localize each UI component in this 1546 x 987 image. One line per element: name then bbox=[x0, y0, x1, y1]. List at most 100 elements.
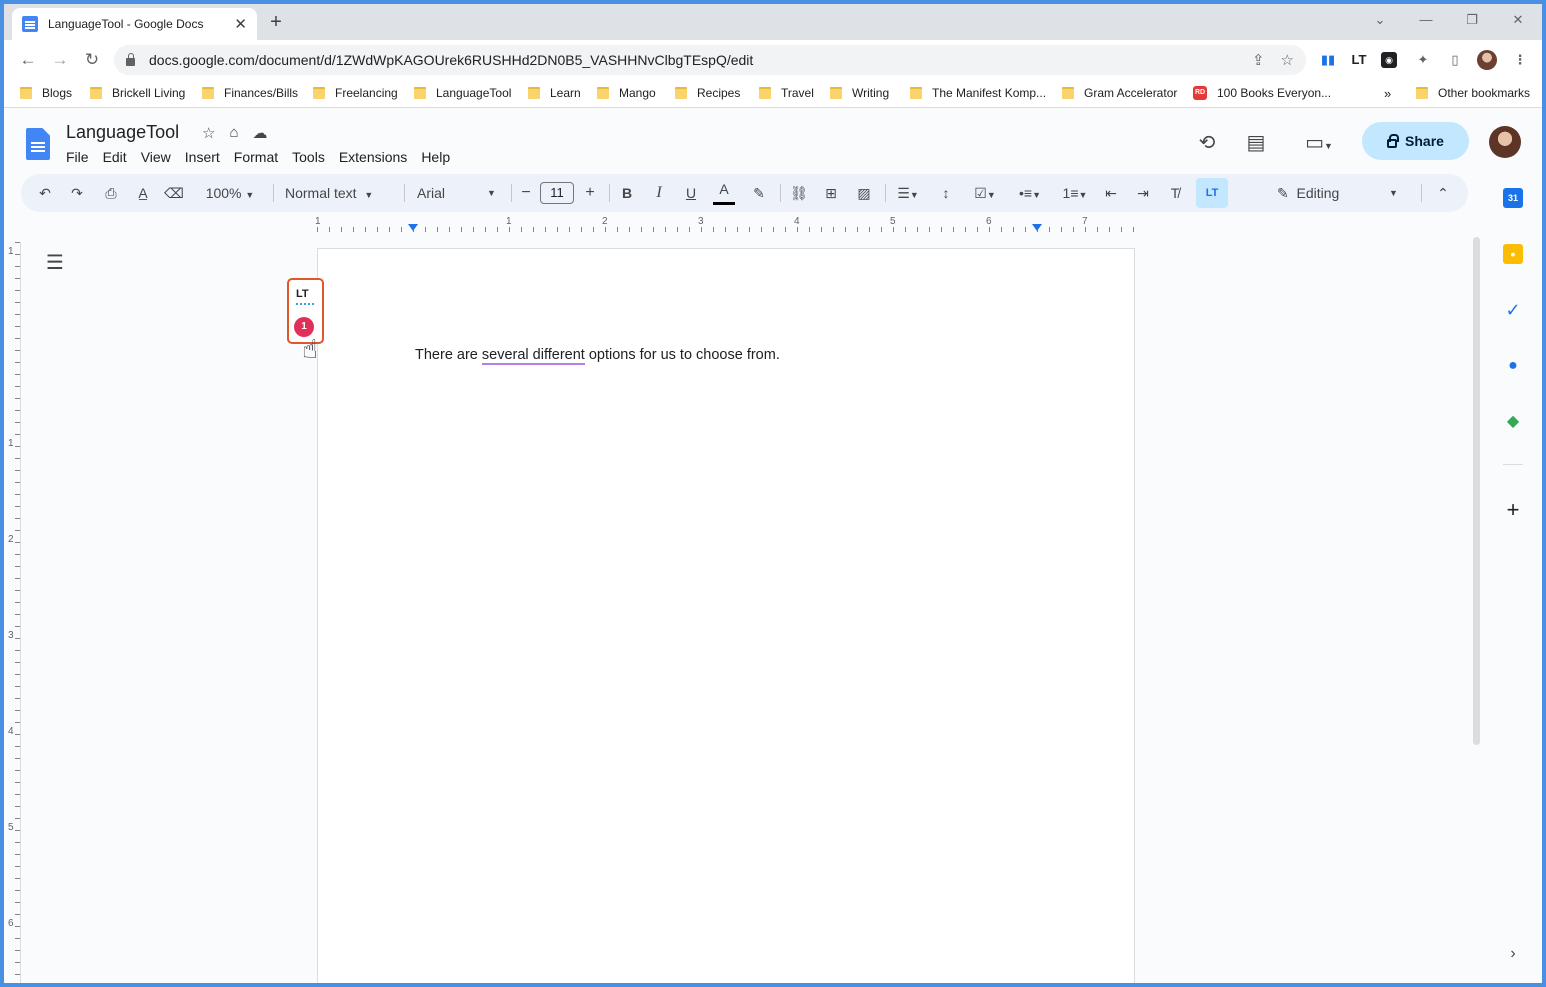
browser-menu-icon[interactable]: ⋮ bbox=[1510, 50, 1530, 70]
insert-image-icon[interactable]: ▨ bbox=[854, 174, 874, 212]
back-icon[interactable]: ← bbox=[16, 48, 40, 72]
tab-search-icon[interactable]: ⌄ bbox=[1370, 12, 1390, 28]
star-icon[interactable]: ☆ bbox=[202, 124, 215, 142]
bookmark-star-icon[interactable]: ☆ bbox=[1281, 51, 1294, 69]
restore-icon[interactable]: ❐ bbox=[1462, 12, 1482, 28]
address-bar[interactable]: docs.google.com/document/d/1ZWdWpKAGOUre… bbox=[114, 45, 1306, 75]
redo-icon[interactable]: ↷ bbox=[67, 174, 87, 212]
bold-icon[interactable]: B bbox=[618, 174, 636, 212]
menu-file[interactable]: File bbox=[66, 149, 89, 165]
align-select-icon[interactable]: ☰▼ bbox=[891, 174, 925, 212]
bookmark-item[interactable]: Travel bbox=[759, 86, 814, 100]
minimize-icon[interactable]: — bbox=[1416, 12, 1436, 27]
collapse-menus-icon[interactable]: ⌃ bbox=[1433, 174, 1453, 212]
new-tab-button[interactable]: + bbox=[264, 11, 288, 34]
undo-icon[interactable]: ↶ bbox=[35, 174, 55, 212]
share-page-icon[interactable]: ⇪ bbox=[1252, 51, 1265, 69]
bulleted-list-icon[interactable]: •≡▼ bbox=[1011, 174, 1049, 212]
vertical-scrollbar[interactable] bbox=[1473, 237, 1480, 745]
version-history-icon[interactable]: ⟲ bbox=[1194, 130, 1220, 155]
extensions-puzzle-icon[interactable]: ✦ bbox=[1413, 50, 1433, 70]
cloud-status-icon[interactable]: ☁ bbox=[253, 124, 268, 142]
comments-icon[interactable]: ▤ bbox=[1243, 130, 1269, 155]
flagged-phrase[interactable]: several different bbox=[481, 347, 585, 365]
clear-formatting-icon[interactable]: T̸ bbox=[1165, 174, 1185, 212]
font-select[interactable]: Arial ▼ bbox=[417, 174, 503, 212]
editing-mode-select[interactable]: ✎ Editing ▼ bbox=[1277, 174, 1407, 212]
insert-link-icon[interactable]: ⛓ bbox=[789, 174, 809, 212]
bookmark-item[interactable]: Freelancing bbox=[313, 86, 398, 100]
underline-icon[interactable]: U bbox=[682, 174, 700, 212]
font-size-input[interactable]: 11 bbox=[540, 182, 574, 204]
extension-bars-icon[interactable]: ▮▮ bbox=[1318, 50, 1338, 70]
numbered-list-icon[interactable]: 1≡▼ bbox=[1056, 174, 1094, 212]
document-paragraph[interactable]: There are several different options for … bbox=[415, 347, 780, 365]
text-color-icon[interactable]: A bbox=[713, 174, 735, 205]
account-avatar[interactable] bbox=[1489, 126, 1521, 158]
italic-icon[interactable]: I bbox=[650, 174, 668, 212]
bookmarks-overflow-icon[interactable]: » bbox=[1384, 86, 1391, 101]
bookmark-item[interactable]: Gram Accelerator bbox=[1062, 86, 1177, 100]
profile-avatar[interactable] bbox=[1477, 50, 1497, 70]
meet-camera-icon[interactable]: ▭▼ bbox=[1299, 130, 1339, 155]
document-page[interactable]: There are several different options for … bbox=[317, 248, 1135, 983]
extension-languagetool-icon[interactable]: LT bbox=[1349, 50, 1369, 70]
bookmark-item[interactable]: Brickell Living bbox=[90, 86, 185, 100]
highlight-icon[interactable]: ✎ bbox=[749, 174, 769, 212]
close-window-icon[interactable]: ✕ bbox=[1508, 12, 1528, 28]
maps-icon[interactable]: ◆ bbox=[1503, 412, 1523, 432]
bookmark-item[interactable]: Finances/Bills bbox=[202, 86, 298, 100]
calendar-icon[interactable]: 31 bbox=[1503, 188, 1523, 208]
spellcheck-icon[interactable]: A̲ bbox=[133, 174, 153, 212]
bookmark-item[interactable]: Blogs bbox=[20, 86, 72, 100]
document-outline-icon[interactable]: ☰ bbox=[46, 250, 64, 275]
decrease-indent-icon[interactable]: ⇤ bbox=[1101, 174, 1121, 212]
folder-icon bbox=[910, 87, 922, 99]
languagetool-toggle-button[interactable]: LT bbox=[1196, 178, 1228, 208]
bookmark-item[interactable]: Writing bbox=[830, 86, 889, 100]
left-indent-marker-icon[interactable] bbox=[408, 224, 418, 231]
google-docs-logo-icon[interactable] bbox=[26, 128, 50, 160]
show-side-panel-icon[interactable]: › bbox=[1503, 944, 1523, 964]
extension-dark-icon[interactable]: ◉ bbox=[1381, 52, 1397, 68]
other-bookmarks[interactable]: Other bookmarks bbox=[1416, 86, 1530, 100]
bookmark-item[interactable]: The Manifest Komp... bbox=[910, 86, 1046, 100]
tasks-icon[interactable]: ✓ bbox=[1503, 300, 1523, 320]
horizontal-ruler[interactable]: 1 1 2 3 4 5 6 7 bbox=[315, 216, 1135, 232]
bookmark-item[interactable]: Recipes bbox=[675, 86, 740, 100]
browser-tab-active[interactable]: LanguageTool - Google Docs ✕ bbox=[12, 8, 257, 40]
bookmark-item[interactable]: LanguageTool bbox=[414, 86, 511, 100]
forward-icon[interactable]: → bbox=[48, 48, 72, 72]
menu-view[interactable]: View bbox=[141, 149, 171, 165]
share-button[interactable]: Share bbox=[1362, 122, 1469, 160]
contacts-icon[interactable]: ● bbox=[1503, 356, 1523, 376]
paint-format-icon[interactable]: ⌫ bbox=[164, 174, 184, 212]
side-panel-icon[interactable]: ▯ bbox=[1445, 50, 1465, 70]
menu-help[interactable]: Help bbox=[421, 149, 450, 165]
paragraph-style-select[interactable]: Normal text ▼ bbox=[285, 174, 391, 212]
right-indent-marker-icon[interactable] bbox=[1032, 224, 1042, 231]
document-title[interactable]: LanguageTool bbox=[66, 122, 179, 143]
print-icon[interactable]: ⎙ bbox=[101, 174, 121, 212]
decrease-font-size-icon[interactable]: − bbox=[517, 174, 535, 212]
get-addons-icon[interactable]: + bbox=[1503, 499, 1523, 521]
menu-edit[interactable]: Edit bbox=[103, 149, 127, 165]
bookmark-item[interactable]: Learn bbox=[528, 86, 581, 100]
menu-tools[interactable]: Tools bbox=[292, 149, 325, 165]
tab-close-icon[interactable]: ✕ bbox=[234, 15, 247, 33]
checklist-icon[interactable]: ☑▼ bbox=[966, 174, 1004, 212]
increase-indent-icon[interactable]: ⇥ bbox=[1133, 174, 1153, 212]
bookmark-item[interactable]: Mango bbox=[597, 86, 656, 100]
menu-insert[interactable]: Insert bbox=[185, 149, 220, 165]
reload-icon[interactable]: ↻ bbox=[80, 48, 104, 72]
zoom-select[interactable]: 100% ▼ bbox=[199, 174, 261, 212]
keep-icon[interactable]: • bbox=[1503, 244, 1523, 264]
vertical-ruler[interactable]: 1 1 2 3 4 5 6 bbox=[6, 242, 20, 983]
bookmark-item[interactable]: RD 100 Books Everyon... bbox=[1193, 86, 1331, 100]
menu-extensions[interactable]: Extensions bbox=[339, 149, 407, 165]
menu-format[interactable]: Format bbox=[234, 149, 278, 165]
add-comment-icon[interactable]: ⊞ bbox=[821, 174, 841, 212]
line-spacing-icon[interactable]: ↕ bbox=[936, 174, 956, 212]
move-folder-icon[interactable]: ⌂ bbox=[229, 124, 238, 142]
increase-font-size-icon[interactable]: + bbox=[581, 174, 599, 212]
